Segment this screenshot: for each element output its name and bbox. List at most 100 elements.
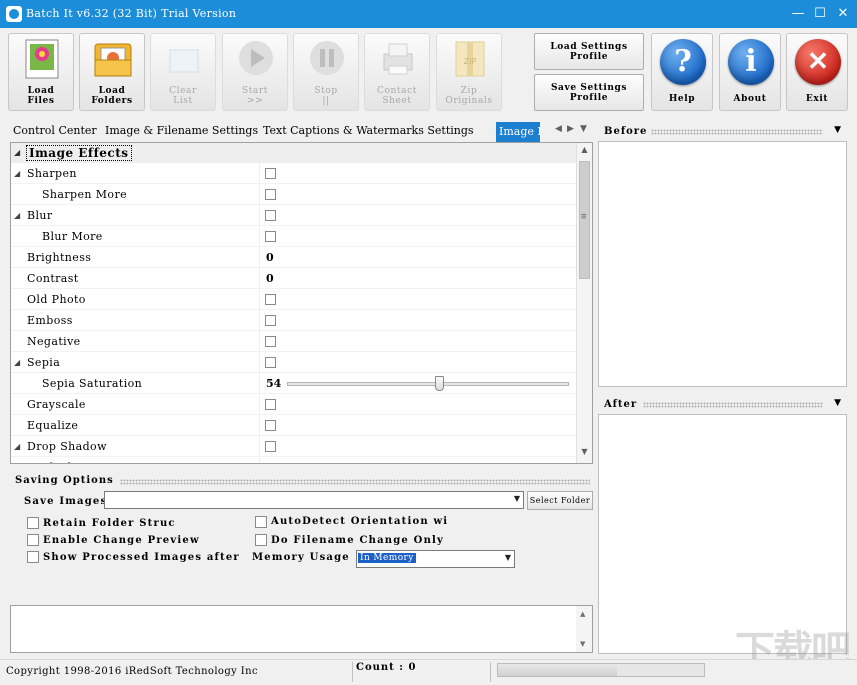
chevron-down-icon[interactable]: ▼ bbox=[834, 125, 841, 135]
minimize-button[interactable]: — bbox=[787, 0, 809, 28]
load-files-button[interactable]: Load Files bbox=[8, 33, 74, 111]
help-icon: ? bbox=[660, 39, 706, 85]
collapse-icon[interactable]: ◢ bbox=[14, 148, 20, 157]
save-settings-profile-button[interactable]: Save Settings Profile bbox=[534, 74, 644, 111]
property-row[interactable]: Emboss bbox=[11, 310, 577, 331]
printer-icon bbox=[383, 43, 413, 75]
tab-list-icon[interactable]: ▼ bbox=[580, 124, 587, 134]
help-button[interactable]: ? Help bbox=[651, 33, 713, 111]
slider-track[interactable] bbox=[287, 382, 569, 386]
clear-list-label: Clear List bbox=[169, 86, 197, 106]
slider-thumb[interactable] bbox=[435, 376, 444, 391]
zip-originals-button[interactable]: ZIP Zip Originals bbox=[436, 33, 502, 111]
grid-scrollbar[interactable]: ▲ ▼ bbox=[576, 143, 592, 463]
enable-preview-checkbox[interactable] bbox=[27, 534, 39, 546]
tab-control-center[interactable]: Control Center bbox=[13, 124, 97, 137]
exit-button[interactable]: ✕ Exit bbox=[786, 33, 848, 111]
clear-list-button[interactable]: Clear List bbox=[150, 33, 216, 111]
tab-image-filename-settings[interactable]: Image & Filename Settings bbox=[105, 124, 258, 137]
property-name: Shadow Size bbox=[42, 461, 118, 463]
log-textbox[interactable]: ▲ ▼ bbox=[10, 605, 593, 653]
property-value[interactable]: 5 bbox=[266, 461, 274, 463]
property-checkbox[interactable] bbox=[265, 336, 276, 347]
property-checkbox[interactable] bbox=[265, 399, 276, 410]
photo-icon bbox=[25, 39, 59, 79]
stop-button[interactable]: Stop || bbox=[293, 33, 359, 111]
contact-sheet-button[interactable]: Contact Sheet bbox=[364, 33, 430, 111]
property-row[interactable]: ◢ Drop Shadow bbox=[11, 436, 577, 457]
property-row[interactable]: Grayscale bbox=[11, 394, 577, 415]
chevron-down-icon[interactable]: ▼ bbox=[834, 398, 841, 408]
expand-icon[interactable]: ◢ bbox=[14, 358, 20, 367]
stop-label: Stop || bbox=[314, 86, 338, 106]
expand-icon[interactable]: ◢ bbox=[14, 211, 20, 220]
about-label: About bbox=[733, 94, 767, 104]
property-name: Old Photo bbox=[27, 293, 86, 306]
property-checkbox[interactable] bbox=[265, 168, 276, 179]
property-row[interactable]: Negative bbox=[11, 331, 577, 352]
enable-preview-label: Enable Change Preview bbox=[43, 535, 200, 546]
zip-originals-label: Zip Originals bbox=[445, 86, 493, 106]
property-checkbox[interactable] bbox=[265, 210, 276, 221]
memory-usage-combo[interactable]: In Memory ▼ bbox=[356, 550, 515, 568]
property-checkbox[interactable] bbox=[265, 189, 276, 200]
property-row[interactable]: Contrast 0 bbox=[11, 268, 577, 289]
property-row[interactable]: ◢ Blur bbox=[11, 205, 577, 226]
tab-scroll-right-icon[interactable]: ▶ bbox=[567, 124, 574, 134]
property-checkbox[interactable] bbox=[265, 357, 276, 368]
scroll-up-icon[interactable]: ▲ bbox=[577, 145, 592, 159]
log-scrollbar[interactable]: ▲ ▼ bbox=[576, 606, 592, 652]
property-row[interactable]: ◢ Sepia bbox=[11, 352, 577, 373]
expand-icon[interactable]: ◢ bbox=[14, 442, 20, 451]
column-divider bbox=[259, 310, 260, 331]
property-row[interactable]: Shadow Size 5 bbox=[11, 457, 577, 463]
property-checkbox[interactable] bbox=[265, 420, 276, 431]
scroll-down-icon[interactable]: ▼ bbox=[580, 640, 585, 648]
property-row[interactable]: Equalize bbox=[11, 415, 577, 436]
save-images-combo[interactable]: ▼ bbox=[104, 491, 524, 509]
close-button[interactable]: ✕ bbox=[832, 0, 854, 28]
property-row[interactable]: ◢ Sharpen bbox=[11, 163, 577, 184]
load-folders-button[interactable]: Load Folders bbox=[79, 33, 145, 111]
toolbar: Load Files Load Folders Clear List Start… bbox=[0, 28, 857, 114]
property-value[interactable]: 0 bbox=[266, 251, 274, 264]
about-button[interactable]: i About bbox=[719, 33, 781, 111]
column-divider bbox=[259, 289, 260, 310]
column-divider bbox=[259, 415, 260, 436]
filename-only-checkbox[interactable] bbox=[255, 534, 267, 546]
saving-options-header: Saving Options bbox=[10, 475, 593, 489]
status-divider bbox=[352, 662, 353, 682]
load-settings-profile-button[interactable]: Load Settings Profile bbox=[534, 33, 644, 70]
chevron-down-icon[interactable]: ▼ bbox=[514, 494, 520, 503]
tab-text-captions-watermarks[interactable]: Text Captions & Watermarks Settings bbox=[263, 124, 474, 137]
expand-icon[interactable]: ◢ bbox=[14, 169, 20, 178]
scroll-down-icon[interactable]: ▼ bbox=[577, 447, 592, 461]
maximize-button[interactable]: ☐ bbox=[809, 0, 831, 28]
property-row[interactable]: Blur More bbox=[11, 226, 577, 247]
property-row[interactable]: Brightness 0 bbox=[11, 247, 577, 268]
property-value[interactable]: 54 bbox=[266, 377, 281, 390]
after-panel-header: After ▼ bbox=[598, 397, 847, 413]
property-row[interactable]: Sharpen More bbox=[11, 184, 577, 205]
filename-only-label: Do Filename Change Only bbox=[271, 535, 445, 546]
property-checkbox[interactable] bbox=[265, 231, 276, 242]
scroll-up-icon[interactable]: ▲ bbox=[580, 610, 585, 618]
autodetect-checkbox[interactable] bbox=[255, 516, 267, 528]
property-row[interactable]: Old Photo bbox=[11, 289, 577, 310]
retain-folder-checkbox[interactable] bbox=[27, 517, 39, 529]
tab-image-effects[interactable]: Image E bbox=[496, 122, 540, 142]
tab-scroll-left-icon[interactable]: ◀ bbox=[555, 124, 562, 134]
start-button[interactable]: Start >> bbox=[222, 33, 288, 111]
category-row[interactable]: ◢ Image Effects bbox=[11, 143, 577, 163]
property-row[interactable]: Sepia Saturation 54 bbox=[11, 373, 577, 394]
column-divider bbox=[259, 247, 260, 268]
chevron-down-icon[interactable]: ▼ bbox=[505, 553, 511, 562]
svg-text:ZIP: ZIP bbox=[464, 57, 477, 66]
select-folder-button[interactable]: Select Folder bbox=[527, 491, 593, 510]
property-checkbox[interactable] bbox=[265, 441, 276, 452]
property-checkbox[interactable] bbox=[265, 294, 276, 305]
scroll-thumb[interactable] bbox=[579, 161, 590, 279]
property-checkbox[interactable] bbox=[265, 315, 276, 326]
show-processed-checkbox[interactable] bbox=[27, 551, 39, 563]
property-value[interactable]: 0 bbox=[266, 272, 274, 285]
